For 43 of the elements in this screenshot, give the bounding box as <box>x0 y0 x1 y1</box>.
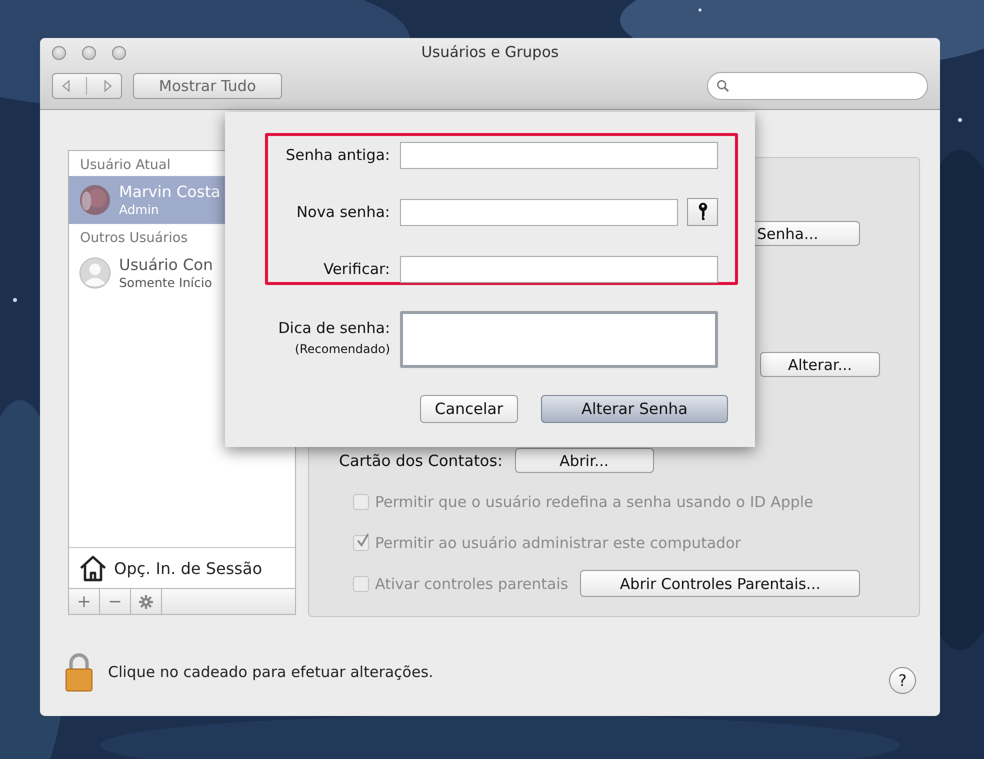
field-label: Senha antiga: <box>284 146 391 164</box>
field-label: Verificar: <box>322 260 391 278</box>
contacts-label: Cartão dos Contatos: <box>339 452 503 470</box>
password-field[interactable] <box>400 256 718 282</box>
key-icon <box>696 202 708 222</box>
user-role: Admin <box>119 202 160 217</box>
window-title: Usuários e Grupos <box>421 43 559 61</box>
section-header: Outros Usuários <box>79 229 189 248</box>
field-label: Nova senha: <box>295 203 391 221</box>
hint-field[interactable] <box>400 311 718 368</box>
gear-icon <box>138 594 154 610</box>
password-field[interactable] <box>400 142 718 168</box>
checkbox-label: Ativar controles parentais <box>375 574 568 592</box>
user-name: Marvin Costa <box>119 183 220 202</box>
user-name: Usuário Con <box>119 256 213 275</box>
key-button[interactable] <box>687 198 718 226</box>
field-note: (Recomendado) <box>294 342 391 356</box>
add-button[interactable]: + <box>69 589 100 614</box>
field-label: Dica de senha: <box>278 319 391 337</box>
checkbox-label: Permitir que o usuário redefina a senha usando o ID Apple <box>375 492 814 510</box>
search-field[interactable] <box>707 72 928 100</box>
password-field[interactable] <box>400 198 678 226</box>
remove-button[interactable]: − <box>100 589 131 614</box>
lock-message: Clique no cadeado para efetuar alterações. <box>108 662 434 680</box>
edit-button[interactable]: Alterar... <box>760 352 880 377</box>
default-button[interactable]: Alterar Senha <box>541 395 728 423</box>
avatar-icon <box>79 257 111 289</box>
change-password-button[interactable]: Senha... <box>755 221 860 246</box>
navigation-buttons[interactable] <box>52 73 122 99</box>
close-button[interactable] <box>52 46 66 60</box>
user-role: Somente Início <box>119 275 213 290</box>
zoom-button[interactable] <box>112 46 126 60</box>
help-button[interactable]: ? <box>889 667 916 694</box>
cancel-button[interactable]: Cancelar <box>420 395 518 423</box>
forward-icon[interactable] <box>103 80 114 92</box>
search-icon <box>716 79 730 93</box>
minimize-button[interactable] <box>82 46 96 60</box>
open-button[interactable]: Abrir... <box>514 448 654 473</box>
back-icon[interactable] <box>60 80 71 92</box>
checkbox-label: Permitir ao usuário administrar este computador <box>375 534 741 552</box>
house-icon <box>78 553 108 583</box>
show-all-button[interactable]: Mostrar Tudo <box>133 73 282 99</box>
lock-icon[interactable] <box>64 652 94 692</box>
